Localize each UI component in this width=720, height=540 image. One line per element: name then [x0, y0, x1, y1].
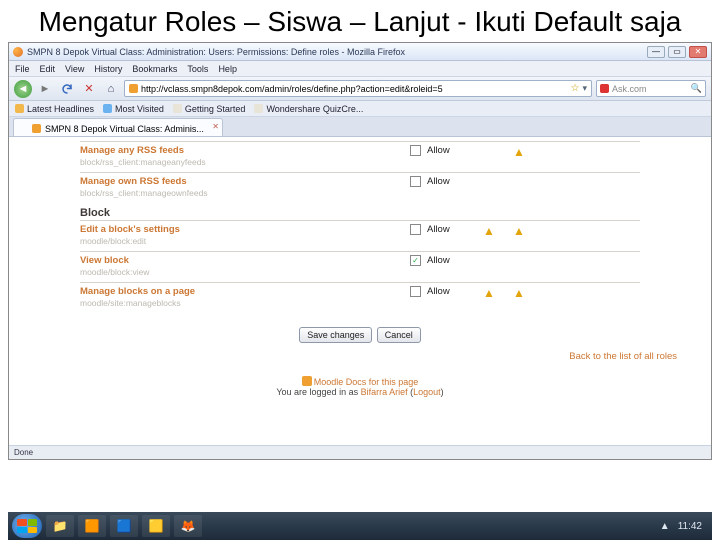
back-to-roles-link[interactable]: Back to the list of all roles [569, 351, 677, 362]
window-title: SMPN 8 Depok Virtual Class: Administrati… [27, 47, 647, 57]
allow-checkbox[interactable] [410, 145, 421, 156]
forward-button[interactable]: ► [36, 80, 54, 98]
tab-label: SMPN 8 Depok Virtual Class: Adminis... [45, 124, 204, 134]
risk-icon: ▲ [474, 286, 504, 300]
allow-checkbox[interactable] [410, 224, 421, 235]
menubar: File Edit View History Bookmarks Tools H… [9, 61, 711, 77]
menu-history[interactable]: History [94, 64, 122, 74]
browser-window: SMPN 8 Depok Virtual Class: Administrati… [8, 42, 712, 460]
url-text: http://vclass.smpn8depok.com/admin/roles… [141, 84, 443, 94]
folder-icon [103, 104, 112, 113]
firefox-icon [13, 47, 23, 57]
capability-name: Edit a block's settingsmoodle/block:edit [80, 224, 410, 246]
bookmarks-bar: Latest Headlines Most Visited Getting St… [9, 101, 711, 117]
page-content: Manage any RSS feedsblock/rss_client:man… [9, 137, 711, 445]
perm-row: Manage any RSS feedsblock/rss_client:man… [80, 141, 640, 172]
page-icon [254, 104, 263, 113]
start-button[interactable] [12, 514, 42, 538]
task-explorer-icon[interactable]: 📁 [46, 515, 74, 537]
perm-row: Manage own RSS feedsblock/rss_client:man… [80, 172, 640, 203]
search-placeholder: Ask.com [612, 84, 647, 94]
perm-row: Edit a block's settingsmoodle/block:edit… [80, 220, 640, 251]
slide-title: Mengatur Roles – Siswa – Lanjut - Ikuti … [0, 0, 720, 40]
moodle-docs-icon [302, 376, 312, 386]
search-engine-icon [600, 84, 609, 93]
allow-label: Allow [424, 224, 474, 235]
url-dropdown-icon[interactable]: ▾ [582, 83, 587, 94]
home-button[interactable]: ⌂ [102, 80, 120, 98]
taskbar: 📁 🟧 🟦 🟨 🦊 ▲ 11:42 [8, 512, 712, 540]
perm-row: Manage blocks on a pagemoodle/site:manag… [80, 282, 640, 313]
save-button[interactable]: Save changes [299, 327, 372, 343]
maximize-button[interactable]: ▭ [668, 46, 686, 58]
allow-checkbox[interactable] [410, 286, 421, 297]
allow-label: Allow [424, 286, 474, 297]
allow-label: Allow [424, 255, 474, 266]
moodle-docs-link[interactable]: Moodle Docs for this page [314, 377, 419, 387]
navbar: ◄ ► ✕ ⌂ http://vclass.smpn8depok.com/adm… [9, 77, 711, 101]
tray-arrow-icon[interactable]: ▲ [660, 521, 670, 532]
bookmark-star-icon[interactable]: ☆ [571, 83, 580, 94]
task-app-icon[interactable]: 🟧 [78, 515, 106, 537]
menu-bookmarks[interactable]: Bookmarks [132, 64, 177, 74]
minimize-button[interactable]: — [647, 46, 665, 58]
bookmark-quizcreator[interactable]: Wondershare QuizCre... [254, 104, 363, 114]
capability-name: Manage own RSS feedsblock/rss_client:man… [80, 176, 410, 198]
menu-view[interactable]: View [65, 64, 84, 74]
allow-label: Allow [424, 145, 474, 156]
site-favicon [129, 84, 138, 93]
tab-close-icon[interactable]: ✕ [212, 122, 219, 131]
cancel-button[interactable]: Cancel [377, 327, 421, 343]
rss-icon [15, 104, 24, 113]
allow-label: Allow [424, 176, 474, 187]
url-bar[interactable]: http://vclass.smpn8depok.com/admin/roles… [124, 80, 592, 97]
titlebar: SMPN 8 Depok Virtual Class: Administrati… [9, 43, 711, 61]
capability-name: View blockmoodle/block:view [80, 255, 410, 277]
tabstrip: SMPN 8 Depok Virtual Class: Adminis... ✕ [9, 117, 711, 137]
risk-icon: ▲ [504, 224, 534, 238]
task-app-icon[interactable]: 🟨 [142, 515, 170, 537]
bookmark-most-visited[interactable]: Most Visited [103, 104, 164, 114]
back-button[interactable]: ◄ [14, 80, 32, 98]
page-icon [173, 104, 182, 113]
close-button[interactable]: ✕ [689, 46, 707, 58]
menu-file[interactable]: File [15, 64, 30, 74]
allow-checkbox[interactable]: ✓ [410, 255, 421, 266]
clock: 11:42 [678, 521, 702, 532]
capability-name: Manage blocks on a pagemoodle/site:manag… [80, 286, 410, 308]
logout-link[interactable]: Logout [413, 387, 441, 397]
browser-tab[interactable]: SMPN 8 Depok Virtual Class: Adminis... ✕ [13, 118, 223, 136]
task-app-icon[interactable]: 🟦 [110, 515, 138, 537]
stop-button[interactable]: ✕ [80, 80, 98, 98]
menu-help[interactable]: Help [218, 64, 237, 74]
risk-icon: ▲ [474, 224, 504, 238]
reload-button[interactable] [58, 80, 76, 98]
risk-icon: ▲ [504, 145, 534, 159]
perm-row: View blockmoodle/block:view ✓ Allow [80, 251, 640, 282]
search-go-icon[interactable]: 🔍 [691, 83, 702, 94]
section-header-block: Block [80, 203, 640, 220]
menu-edit[interactable]: Edit [40, 64, 56, 74]
login-status: You are logged in as Bifarra Arief (Logo… [9, 387, 711, 397]
tab-favicon [32, 124, 41, 133]
bookmark-latest-headlines[interactable]: Latest Headlines [15, 104, 94, 114]
task-firefox-icon[interactable]: 🦊 [174, 515, 202, 537]
allow-checkbox[interactable] [410, 176, 421, 187]
menu-tools[interactable]: Tools [187, 64, 208, 74]
capability-name: Manage any RSS feedsblock/rss_client:man… [80, 145, 410, 167]
bookmark-getting-started[interactable]: Getting Started [173, 104, 246, 114]
search-box[interactable]: Ask.com 🔍 [596, 80, 706, 97]
risk-icon: ▲ [504, 286, 534, 300]
status-bar: Done [9, 445, 711, 459]
